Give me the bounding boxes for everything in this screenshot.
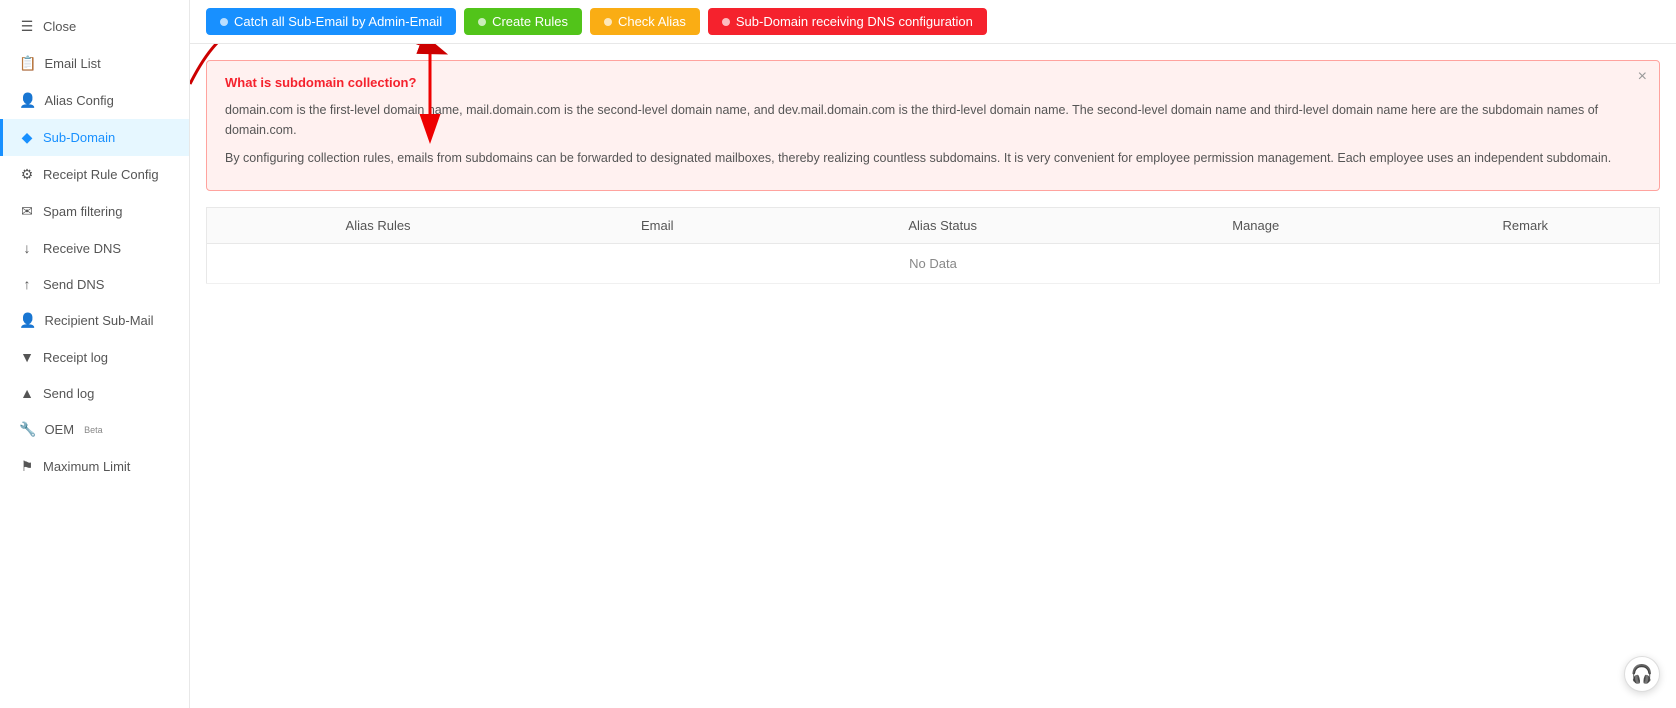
catch-all-label: Catch all Sub-Email by Admin-Email [234,14,442,29]
main-content: Catch all Sub-Email by Admin-Email Create… [190,0,1676,708]
table-col-manage: Manage [1120,208,1392,244]
sidebar-label-spam-filtering: Spam filtering [43,204,122,219]
data-table: Alias RulesEmailAlias StatusManageRemark… [206,207,1660,284]
table-empty-cell: No Data [207,244,1660,284]
info-box-close-button[interactable]: × [1638,69,1647,85]
sidebar-item-close[interactable]: ☰ Close [0,8,189,45]
info-box: What is subdomain collection? domain.com… [206,60,1660,191]
create-rules-dot-icon [478,18,486,26]
spam-filtering-icon: ✉ [19,203,35,220]
recipient-sub-mail-icon: 👤 [19,312,36,329]
sidebar-item-maximum-limit[interactable]: ⚑ Maximum Limit [0,448,189,485]
sidebar-label-send-dns: Send DNS [43,277,104,292]
table-col-alias-rules: Alias Rules [207,208,550,244]
receipt-log-icon: ▼ [19,349,35,365]
check-alias-button[interactable]: Check Alias [590,8,700,35]
catch-all-button[interactable]: Catch all Sub-Email by Admin-Email [206,8,456,35]
sidebar-label-email-list: Email List [44,56,100,71]
sidebar-label-alias-config: Alias Config [44,93,113,108]
sidebar-label-maximum-limit: Maximum Limit [43,459,130,474]
check-alias-label: Check Alias [618,14,686,29]
oem-icon: 🔧 [19,421,36,438]
check-alias-dot-icon [604,18,612,26]
sidebar: ☰ Close 📋 Email List 👤 Alias Config ◆ Sub-Domai… [0,0,190,708]
table-header-row: Alias RulesEmailAlias StatusManageRemark [207,208,1660,244]
email-list-icon: 📋 [19,55,36,72]
sidebar-item-alias-config[interactable]: 👤 Alias Config [0,82,189,119]
info-box-title: What is subdomain collection? [225,75,1641,90]
create-rules-button[interactable]: Create Rules [464,8,582,35]
sidebar-label-sub-domain: Sub-Domain [43,130,115,145]
sidebar-item-receipt-rule-config[interactable]: ⚙ Receipt Rule Config [0,156,189,193]
table-empty-row: No Data [207,244,1660,284]
maximum-limit-icon: ⚑ [19,458,35,475]
alias-config-icon: 👤 [19,92,36,109]
sidebar-item-spam-filtering[interactable]: ✉ Spam filtering [0,193,189,230]
send-dns-icon: ↑ [19,276,35,292]
oem-beta-badge: Beta [84,425,103,435]
sidebar-label-send-log: Send log [43,386,94,401]
sub-domain-dns-dot-icon [722,18,730,26]
receipt-rule-config-icon: ⚙ [19,166,35,183]
sidebar-item-receive-dns[interactable]: ↓ Receive DNS [0,230,189,266]
sub-domain-dns-label: Sub-Domain receiving DNS configuration [736,14,973,29]
sidebar-item-send-log[interactable]: ▲ Send log [0,375,189,411]
toolbar: Catch all Sub-Email by Admin-Email Create… [190,0,1676,44]
sidebar-label-receipt-log: Receipt log [43,350,108,365]
sidebar-item-recipient-sub-mail[interactable]: 👤 Recipient Sub-Mail [0,302,189,339]
sidebar-item-receipt-log[interactable]: ▼ Receipt log [0,339,189,375]
info-box-para-1: domain.com is the first-level domain nam… [225,100,1641,140]
support-icon-button[interactable]: 🎧 [1624,656,1660,692]
table-col-remark: Remark [1392,208,1660,244]
create-rules-label: Create Rules [492,14,568,29]
sidebar-item-email-list[interactable]: 📋 Email List [0,45,189,82]
sub-domain-dns-button[interactable]: Sub-Domain receiving DNS configuration [708,8,987,35]
sub-domain-icon: ◆ [19,129,35,146]
sidebar-label-receipt-rule-config: Receipt Rule Config [43,167,159,182]
sidebar-label-oem: OEM [44,422,74,437]
close-icon: ☰ [19,18,35,35]
sidebar-item-sub-domain[interactable]: ◆ Sub-Domain [0,119,189,156]
info-box-para-2: By configuring collection rules, emails … [225,148,1641,168]
sidebar-label-receive-dns: Receive DNS [43,241,121,256]
sidebar-item-send-dns[interactable]: ↑ Send DNS [0,266,189,302]
content-area: What is subdomain collection? domain.com… [190,44,1676,708]
sidebar-label-recipient-sub-mail: Recipient Sub-Mail [44,313,153,328]
table-col-email: Email [549,208,765,244]
sidebar-label-close: Close [43,19,76,34]
table-col-alias-status: Alias Status [765,208,1120,244]
sidebar-item-oem[interactable]: 🔧 OEM Beta [0,411,189,448]
catch-all-dot-icon [220,18,228,26]
send-log-icon: ▲ [19,385,35,401]
receive-dns-icon: ↓ [19,240,35,256]
